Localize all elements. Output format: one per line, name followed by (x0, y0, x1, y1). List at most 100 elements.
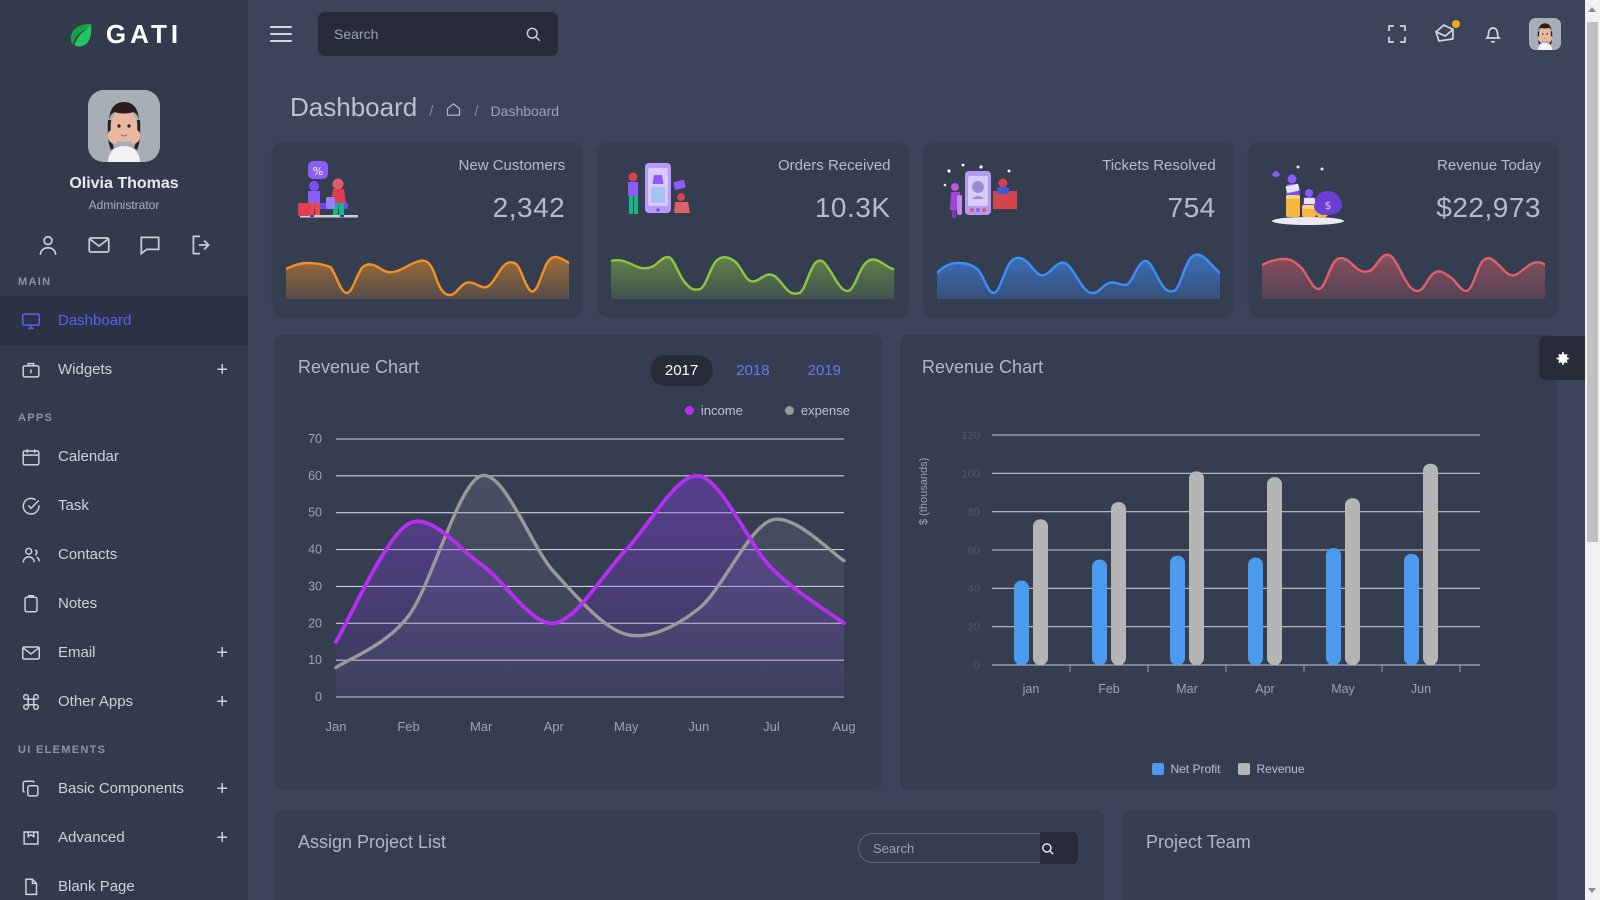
hamburger-icon[interactable] (270, 26, 292, 42)
sidebar-item-notes[interactable]: Notes (0, 579, 248, 628)
svg-text:Aug: Aug (832, 719, 855, 734)
sidebar-item-calendar[interactable]: Calendar (0, 432, 248, 481)
main-content: Dashboard / / Dashboard % New Customers … (248, 68, 1585, 900)
search-input[interactable] (858, 833, 1040, 863)
sidebar-item-basic-components[interactable]: Basic Components + (0, 764, 248, 813)
settings-fab[interactable] (1539, 336, 1585, 380)
tab-2017[interactable]: 2017 (649, 355, 714, 386)
revenue-bar-chart-panel: Revenue Chart $ (thousands) 20 40 60 80 100 1… (900, 335, 1557, 790)
legend-item-income[interactable]: income (684, 403, 743, 418)
year-tabs: 2017 2018 2019 (649, 355, 856, 386)
svg-text:40: 40 (968, 583, 980, 595)
mobile-shopping-illustration (611, 157, 703, 235)
fullscreen-icon[interactable] (1385, 22, 1409, 46)
assign-project-list-panel: Assign Project List (274, 810, 1104, 900)
sparkline-chart (1261, 243, 1545, 299)
svg-text:70: 70 (308, 432, 322, 446)
legend-item-net-profit[interactable]: Net Profit (1152, 762, 1220, 776)
revenue-line-chart-panel: Revenue Chart 2017 2018 2019 income expe… (274, 335, 882, 790)
scrollbar-thumb[interactable] (1587, 22, 1598, 542)
logout-icon[interactable] (188, 232, 214, 258)
legend-bullet (684, 406, 694, 415)
search-icon[interactable] (524, 25, 542, 43)
search-input[interactable] (334, 26, 524, 42)
legend-item-expense[interactable]: expense (784, 403, 850, 418)
project-list-search[interactable] (858, 832, 1078, 864)
legend-label: expense (800, 403, 850, 418)
gear-icon (1554, 350, 1571, 367)
expand-plus-icon[interactable]: + (216, 643, 228, 663)
panel-title: Project Team (1146, 832, 1251, 852)
sidebar-item-advanced[interactable]: Advanced + (0, 813, 248, 862)
expand-plus-icon[interactable]: + (216, 828, 228, 848)
brand-logo[interactable]: GATI (0, 0, 248, 68)
check-circle-icon (20, 495, 42, 517)
svg-text:60: 60 (308, 469, 322, 483)
mail-icon[interactable] (86, 232, 112, 258)
stat-value: 10.3K (814, 192, 891, 223)
user-icon[interactable] (35, 232, 61, 258)
mail-icon[interactable] (1433, 20, 1460, 46)
sidebar-item-email[interactable]: Email + (0, 628, 248, 677)
sidebar-item-task[interactable]: Task (0, 481, 248, 530)
box-icon (20, 827, 42, 849)
stat-card-new-customers[interactable]: % New Customers 2,342 (274, 143, 582, 315)
tab-2018[interactable]: 2018 (721, 355, 784, 386)
scroll-up-arrow-icon[interactable] (1588, 7, 1596, 12)
nav-section-ui-elements: UI ELEMENTS (18, 744, 107, 756)
chart-panels: Revenue Chart 2017 2018 2019 income expe… (248, 315, 1585, 790)
sidebar-item-contacts[interactable]: Contacts (0, 530, 248, 579)
monitor-icon (20, 310, 42, 332)
sidebar-item-label: Advanced (58, 829, 125, 846)
copy-icon (20, 778, 42, 800)
breadcrumb-current[interactable]: Dashboard (491, 103, 560, 119)
avatar[interactable] (1529, 18, 1561, 50)
stat-card-orders-received[interactable]: Orders Received 10.3K (599, 143, 907, 315)
clipboard-icon (20, 593, 42, 615)
sidebar-item-widgets[interactable]: Widgets + (0, 345, 248, 394)
search-button[interactable] (1040, 832, 1078, 864)
chat-icon[interactable] (137, 232, 163, 258)
scroll-down-arrow-icon[interactable] (1588, 888, 1596, 893)
bell-icon[interactable] (1481, 22, 1505, 46)
briefcase-icon (20, 359, 42, 381)
sparkline-chart (286, 243, 570, 299)
svg-text:60: 60 (968, 545, 980, 557)
stat-value: $22,973 (1436, 192, 1541, 223)
sidebar-item-label: Basic Components (58, 780, 184, 797)
sidebar-item-label: Notes (58, 595, 98, 612)
home-icon[interactable] (445, 101, 462, 118)
svg-text:May: May (1331, 682, 1355, 696)
profile-name: Olivia Thomas (69, 175, 179, 192)
tab-2019[interactable]: 2019 (793, 355, 856, 386)
expand-plus-icon[interactable]: + (216, 779, 228, 799)
nav-section-apps: APPS (18, 412, 54, 424)
breadcrumb-separator: / (474, 103, 479, 120)
expand-plus-icon[interactable]: + (216, 360, 228, 380)
svg-text:Mar: Mar (1176, 682, 1198, 696)
line-chart-svg: 0 10 20 30 40 50 60 70 Jan Feb Mar Apr May Jun Jul Aug (308, 432, 855, 734)
stat-label: New Customers (458, 157, 566, 174)
sidebar-profile: Olivia Thomas Administrator (0, 68, 248, 258)
svg-text:%: % (313, 165, 323, 178)
sidebar-item-blank-page[interactable]: Blank Page (0, 862, 248, 900)
stat-value: 2,342 (492, 192, 566, 223)
topbar-search[interactable] (318, 12, 558, 56)
legend-swatch (1238, 763, 1251, 775)
svg-text:$: $ (1324, 199, 1331, 212)
line-chart-legend: income expense (684, 403, 850, 418)
sidebar-item-dashboard[interactable]: Dashboard (0, 296, 248, 345)
legend-swatch (1152, 763, 1165, 775)
legend-item-revenue[interactable]: Revenue (1238, 762, 1305, 776)
page-scrollbar[interactable] (1585, 0, 1600, 900)
sidebar-item-label: Task (58, 497, 89, 514)
calendar-icon (20, 446, 42, 468)
legend-label: Revenue (1256, 762, 1305, 776)
stat-card-revenue-today[interactable]: $ $ Revenue Today $22, (1249, 143, 1557, 315)
svg-text:Apr: Apr (544, 719, 565, 734)
expand-plus-icon[interactable]: + (216, 692, 228, 712)
avatar[interactable] (88, 90, 160, 162)
svg-text:20: 20 (968, 622, 980, 634)
sidebar-item-other-apps[interactable]: Other Apps + (0, 677, 248, 726)
stat-card-tickets-resolved[interactable]: Tickets Resolved 754 (924, 143, 1232, 315)
